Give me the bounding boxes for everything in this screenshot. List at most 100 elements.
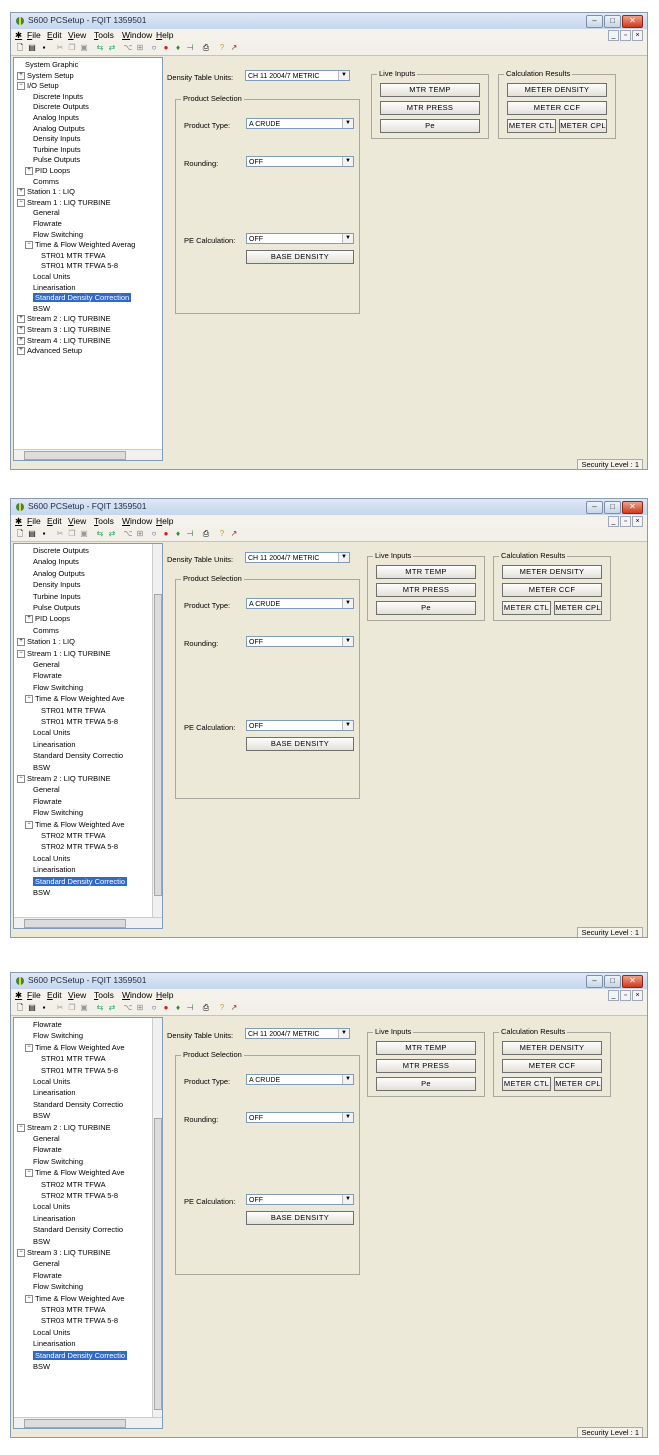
expand-icon[interactable]: + xyxy=(17,336,25,345)
tree-item[interactable]: BSW xyxy=(33,1362,50,1371)
mdi-restore-button[interactable]: ▫ xyxy=(620,30,631,41)
menu-edit[interactable]: Edit xyxy=(47,516,62,526)
density-units-select[interactable]: CH 11 2004/7 METRIC ▼ xyxy=(245,70,350,81)
menu-view[interactable]: View xyxy=(68,990,86,1000)
tree-item[interactable]: BSW xyxy=(33,1237,50,1246)
tree-item[interactable]: Flowrate xyxy=(33,1271,62,1280)
copy-icon[interactable]: ❐ xyxy=(67,1003,77,1013)
print-icon[interactable]: ⎙ xyxy=(201,43,211,53)
tree-vertical-scrollbar[interactable] xyxy=(152,544,162,918)
tree-item[interactable]: STR01 MTR TFWA xyxy=(41,251,106,260)
expand-icon[interactable]: + xyxy=(17,188,25,197)
rounding-select[interactable]: OFF ▼ xyxy=(246,156,354,167)
cut-icon[interactable]: ✂ xyxy=(55,43,65,53)
menu-file[interactable]: File xyxy=(27,30,41,40)
product-type-select[interactable]: A CRUDE ▼ xyxy=(246,1074,354,1085)
rounding-select[interactable]: OFF ▼ xyxy=(246,1112,354,1123)
scroll-thumb[interactable] xyxy=(24,451,126,460)
open-icon[interactable]: ▤ xyxy=(27,43,37,53)
tree-item[interactable]: Analog Outputs xyxy=(33,124,85,133)
ring-icon[interactable]: ○ xyxy=(149,43,159,53)
tree-item[interactable]: − Stream 2 : LIQ TURBINE xyxy=(17,774,111,784)
tree-item[interactable]: Linearisation xyxy=(33,740,76,749)
base-density-button[interactable]: BASE DENSITY xyxy=(246,250,354,264)
meter-ctl-button[interactable]: METER CTL xyxy=(507,119,556,133)
tree-item[interactable]: Flowrate xyxy=(33,797,62,806)
scroll-thumb[interactable] xyxy=(24,1419,126,1428)
tree-item[interactable]: STR03 MTR TFWA 5-8 xyxy=(41,1316,118,1325)
expand-icon[interactable]: + xyxy=(17,326,25,335)
tree-item[interactable]: + Station 1 : LIQ xyxy=(17,187,75,197)
print-icon[interactable]: ⎙ xyxy=(201,1003,211,1013)
config-tree[interactable]: System Graphic + System Setup − I/O Setup Dis… xyxy=(13,57,163,461)
scroll-thumb[interactable] xyxy=(154,1118,162,1410)
tree-item[interactable]: + Advanced Setup xyxy=(17,346,82,356)
tree-item[interactable]: Analog Outputs xyxy=(33,569,85,578)
context-help-icon[interactable]: ↗ xyxy=(229,529,239,539)
maximize-button[interactable]: □ xyxy=(604,15,621,28)
maximize-button[interactable]: □ xyxy=(604,501,621,514)
product-type-select[interactable]: A CRUDE ▼ xyxy=(246,598,354,609)
tree-item[interactable]: STR01 MTR TFWA 5-8 xyxy=(41,1066,118,1075)
scroll-thumb[interactable] xyxy=(154,594,162,896)
meter-ccf-button[interactable]: METER CCF xyxy=(502,1059,602,1073)
tree-item[interactable]: Linearisation xyxy=(33,865,76,874)
menu-tools[interactable]: Tools xyxy=(94,516,114,526)
stop-icon[interactable]: ● xyxy=(161,529,171,539)
run-icon[interactable]: ♦ xyxy=(173,529,183,539)
menu-help[interactable]: Help xyxy=(156,516,173,526)
tree-item[interactable]: − Time & Flow Weighted Ave xyxy=(25,1043,124,1052)
tree-item[interactable]: Turbine Inputs xyxy=(33,592,81,601)
tree-item-selected[interactable]: Standard Density Correctio xyxy=(33,876,128,886)
collapse-icon[interactable]: − xyxy=(17,649,25,658)
mdi-close-button[interactable]: × xyxy=(632,516,643,527)
menu-edit[interactable]: Edit xyxy=(47,990,62,1000)
tree-item[interactable]: Local Units xyxy=(33,1202,70,1211)
stop-icon[interactable]: ● xyxy=(161,1003,171,1013)
collapse-icon[interactable]: − xyxy=(17,1123,25,1132)
paste-icon[interactable]: ▣ xyxy=(79,1003,89,1013)
tree-horizontal-scrollbar[interactable] xyxy=(14,1417,162,1428)
tree-item[interactable]: Density Inputs xyxy=(33,580,81,589)
tree-item[interactable]: System Graphic xyxy=(25,60,78,69)
tree-icon[interactable]: ⌥ xyxy=(123,1003,133,1013)
tree-item[interactable]: Standard Density Correctio xyxy=(33,1225,123,1234)
tree-item[interactable]: General xyxy=(33,1134,60,1143)
product-type-select[interactable]: A CRUDE ▼ xyxy=(246,118,354,129)
run-icon[interactable]: ♦ xyxy=(173,43,183,53)
tree-item[interactable]: + PID Loops xyxy=(25,166,70,176)
tree-item[interactable]: + Stream 4 : LIQ TURBINE xyxy=(17,336,111,345)
tree-item[interactable]: Standard Density Correctio xyxy=(33,1100,123,1109)
meter-ctl-button[interactable]: METER CTL xyxy=(502,1077,551,1091)
minimize-button[interactable]: – xyxy=(586,975,603,988)
tree-item[interactable]: Discrete Outputs xyxy=(33,102,89,111)
tree-item[interactable]: − Time & Flow Weighted Ave xyxy=(25,1168,124,1178)
minimize-button[interactable]: – xyxy=(586,501,603,514)
tree-item[interactable]: STR01 MTR TFWA 5-8 xyxy=(41,261,118,270)
rounding-select[interactable]: OFF ▼ xyxy=(246,636,354,647)
maximize-button[interactable]: □ xyxy=(604,975,621,988)
tree-item[interactable]: Comms xyxy=(33,626,59,635)
tree-icon[interactable]: ⌥ xyxy=(123,43,133,53)
mtr-temp-button[interactable]: MTR TEMP xyxy=(376,1041,476,1055)
pe-button[interactable]: Pe xyxy=(376,601,476,615)
download-icon[interactable]: ⊣ xyxy=(185,43,195,53)
tree-item-selected[interactable]: Standard Density Correction xyxy=(33,293,132,303)
meter-cpl-button[interactable]: METER CPL xyxy=(559,119,607,133)
cut-icon[interactable]: ✂ xyxy=(55,1003,65,1013)
config-tree[interactable]: Flowrate Flow Switching − Time & Flow Weigh… xyxy=(13,1017,163,1429)
mtr-temp-button[interactable]: MTR TEMP xyxy=(376,565,476,579)
tree-item[interactable]: Local Units xyxy=(33,728,70,737)
menu-help[interactable]: Help xyxy=(156,30,173,40)
pe-calculation-select[interactable]: OFF ▼ xyxy=(246,1194,354,1205)
mtr-temp-button[interactable]: MTR TEMP xyxy=(380,83,480,97)
copy-icon[interactable]: ❐ xyxy=(67,43,77,53)
tree-item-selected[interactable]: Standard Density Correctio xyxy=(33,1350,128,1360)
grid-icon[interactable]: ⊞ xyxy=(135,529,145,539)
tree-item[interactable]: STR01 MTR TFWA xyxy=(41,706,106,715)
meter-density-button[interactable]: METER DENSITY xyxy=(507,83,607,97)
tree-vertical-scrollbar[interactable] xyxy=(152,1018,162,1418)
mdi-restore-button[interactable]: ▫ xyxy=(620,516,631,527)
tree-item[interactable]: Flowrate xyxy=(33,1145,62,1154)
collapse-icon[interactable]: − xyxy=(17,82,25,91)
